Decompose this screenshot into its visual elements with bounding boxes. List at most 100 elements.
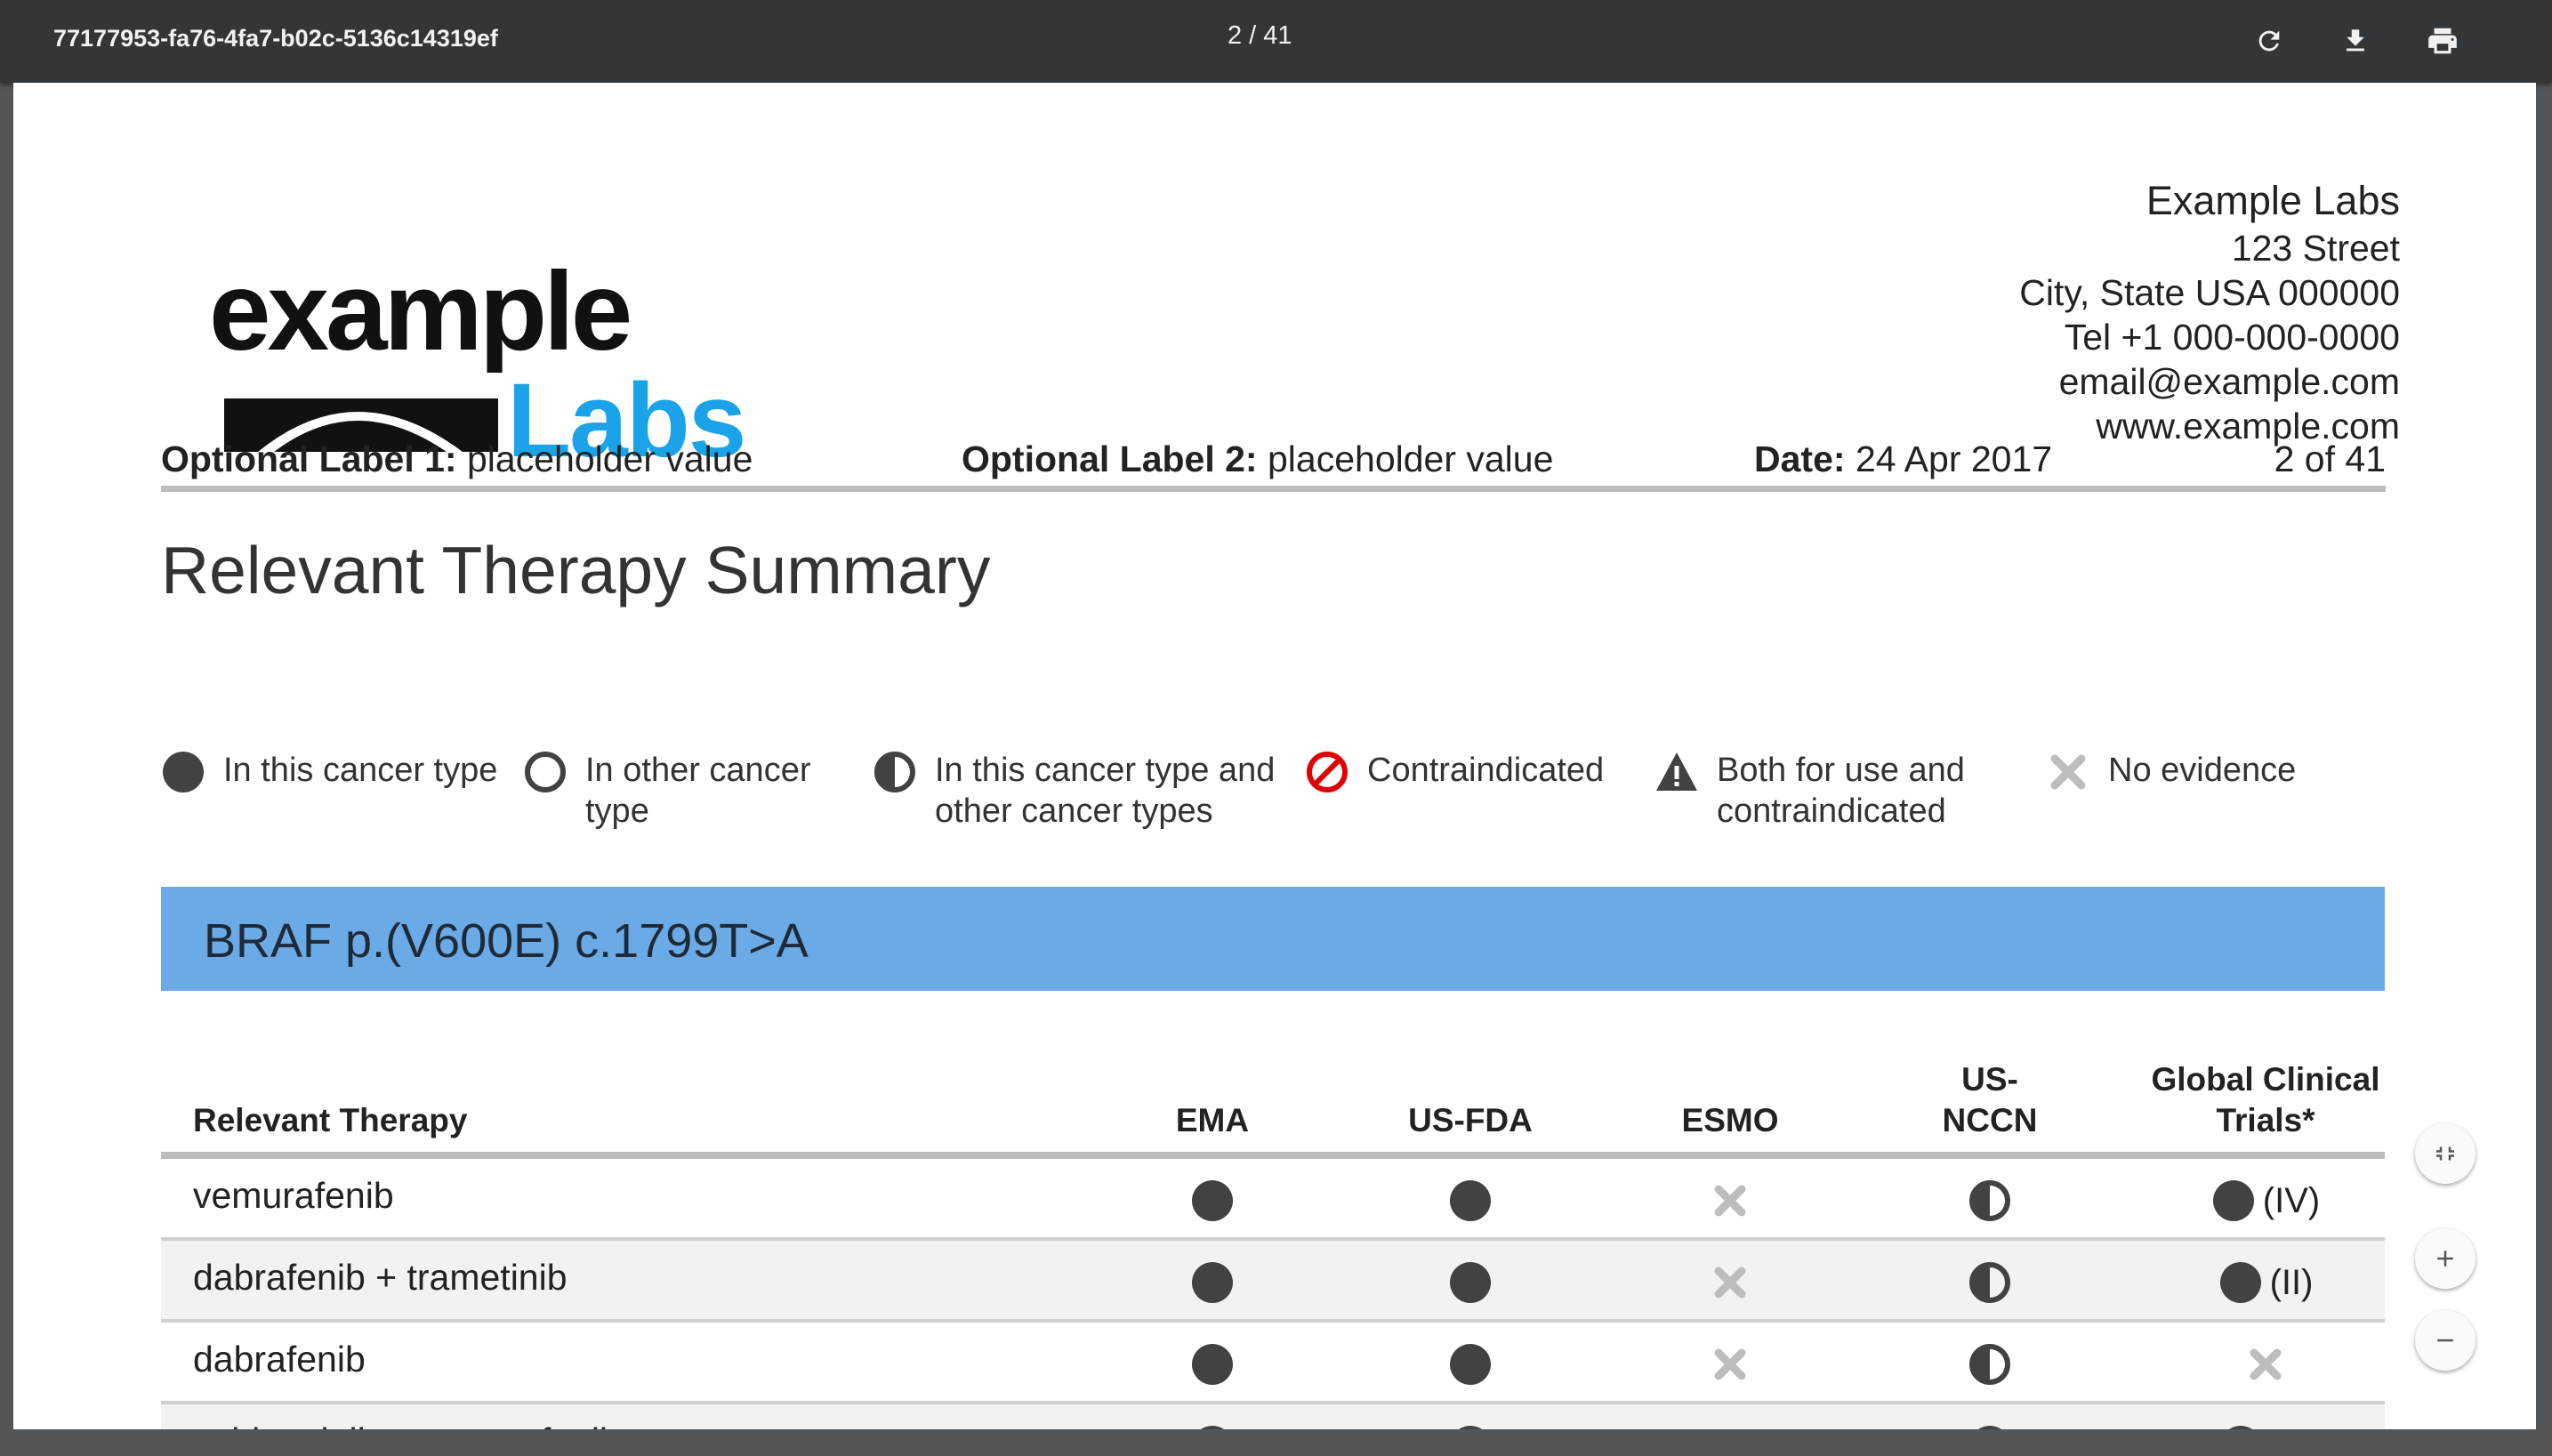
cell-fda (1399, 1178, 1542, 1223)
optional-label-1: Optional Label 1: placeholder value (161, 438, 753, 479)
filled-circle-icon (1201, 1426, 1224, 1429)
legend-item-both-types: In this cancer type and other cancer type… (873, 750, 1275, 832)
header-esmo: ESMO (1681, 1102, 1779, 1138)
filled-circle-icon (1450, 1180, 1491, 1221)
cell-fda (1399, 1260, 1542, 1305)
legend-item-this-cancer: In this cancer type (161, 750, 497, 794)
table-body: vemurafenib (IV) dabrafenib + trametinib (I… (161, 1159, 2385, 1429)
header-global-clinical-trials: Global Clinical Trials* (2151, 1061, 2380, 1138)
header-us-nccn: US-NCCN (1942, 1061, 2038, 1138)
zoom-in-button[interactable] (2415, 1228, 2476, 1289)
table-row: dabrafenib (161, 1323, 2385, 1404)
table-row: vemurafenib (IV) (161, 1159, 2385, 1241)
filled-circle-icon (1192, 1344, 1233, 1385)
therapy-name: cobimetinib + vemurafenib (193, 1420, 620, 1429)
zoom-in-icon (2437, 1251, 2453, 1267)
email-line: email@example.com (2058, 361, 2400, 402)
cell-nccn (1919, 1178, 2061, 1223)
cell-trials: (II) (2132, 1260, 2399, 1305)
filled-circle-icon (2219, 1262, 2261, 1303)
fit-page-button[interactable] (2415, 1123, 2476, 1184)
half-circle-icon (1969, 1344, 2010, 1385)
filled-circle-icon (1192, 1180, 1233, 1221)
cell-trials: (II) (2132, 1424, 2399, 1429)
pdf-page: example Labs Example Labs 123 Street Cit… (13, 83, 2536, 1429)
table-header: Relevant Therapy EMA US-FDA ESMO US-NCCN… (161, 1061, 2385, 1159)
cell-ema (1141, 1178, 1284, 1223)
cell-esmo (1659, 1342, 1801, 1387)
page-indicator[interactable]: 2 / 41 (1228, 21, 1292, 51)
half-circle-icon (1969, 1262, 2010, 1303)
legend-item-other-cancer: In other cancer type (523, 750, 810, 832)
variant-header: BRAF p.(V600E) c.1799T>A (161, 887, 2385, 991)
city-line: City, State USA 000000 (2019, 272, 2400, 313)
therapy-name: vemurafenib (193, 1175, 394, 1216)
cell-esmo (1659, 1178, 1801, 1223)
filled-circle-icon (1450, 1344, 1491, 1385)
x-icon (1714, 1185, 1746, 1217)
open-circle-icon (525, 752, 566, 792)
report-info-bar: Optional Label 1: placeholder value Opti… (161, 438, 2386, 492)
download-icon (2347, 29, 2364, 52)
table-row: cobimetinib + vemurafenib (II) (161, 1404, 2385, 1429)
x-icon (1708, 1424, 1752, 1429)
filled-circle-icon (1459, 1426, 1482, 1429)
cell-trials (2132, 1342, 2399, 1387)
rotate-button[interactable] (2248, 20, 2290, 62)
cell-ema (1141, 1342, 1284, 1387)
half-circle-icon (874, 752, 915, 792)
header-relevant-therapy: Relevant Therapy (193, 1102, 468, 1138)
filled-circle-icon (1978, 1426, 2001, 1429)
trial-phase: (II) (2269, 1262, 2314, 1302)
zoom-out-button[interactable] (2415, 1310, 2476, 1371)
fit-page-icon (2436, 1146, 2454, 1161)
cell-nccn (1919, 1342, 2061, 1387)
warning-icon (1656, 752, 1697, 791)
company-name: Example Labs (2145, 178, 2400, 223)
print-icon (2428, 28, 2457, 54)
x-icon (2250, 1348, 2282, 1380)
page-count: 2 of 41 (2274, 438, 2386, 479)
rotate-icon (2258, 30, 2280, 52)
therapy-name: dabrafenib (193, 1339, 366, 1380)
lab-address: Example Labs 123 Street City, State USA … (2019, 176, 2400, 448)
report-date: Date: 24 Apr 2017 (1754, 438, 2053, 479)
download-button[interactable] (2334, 20, 2377, 62)
tel-line: Tel +1 000-000-0000 (2064, 317, 2400, 358)
street-line: 123 Street (2231, 228, 2400, 269)
half-circle-icon (1969, 1180, 2010, 1221)
therapy-table: Relevant Therapy EMA US-FDA ESMO US-NCCN… (161, 1061, 2385, 1429)
x-icon (1714, 1348, 1746, 1380)
trial-phase: (IV) (2262, 1180, 2321, 1220)
x-icon (1714, 1267, 1746, 1299)
contraindicated-icon (1307, 752, 1348, 792)
filled-circle-icon (1192, 1262, 1233, 1303)
legend-item-contraindicated: Contraindicated (1305, 750, 1604, 794)
legend-item-no-evidence: No evidence (2046, 750, 2296, 794)
cell-fda (1399, 1342, 1542, 1387)
section-title: Relevant Therapy Summary (161, 533, 991, 607)
therapy-name: dabrafenib + trametinib (193, 1257, 568, 1298)
cell-ema (1141, 1260, 1284, 1305)
filled-circle-icon (2212, 1180, 2254, 1221)
filled-circle-icon (1450, 1262, 1491, 1303)
cell-fda (1399, 1424, 1542, 1429)
cell-esmo (1659, 1424, 1801, 1429)
cell-nccn (1919, 1424, 2061, 1429)
header-us-fda: US-FDA (1408, 1102, 1533, 1138)
cell-nccn (1919, 1260, 2061, 1305)
optional-label-2: Optional Label 2: placeholder value (962, 438, 1554, 479)
variant-name: BRAF p.(V600E) c.1799T>A (204, 914, 809, 968)
x-icon (2050, 754, 2086, 790)
svg-text:example: example (209, 250, 630, 374)
cell-esmo (1659, 1260, 1801, 1305)
zoom-out-icon (2437, 1339, 2453, 1342)
table-row: dabrafenib + trametinib (II) (161, 1241, 2385, 1323)
print-button[interactable] (2421, 20, 2464, 62)
legend-item-both-use-contraindicated: Both for use and contraindicated (1654, 750, 1965, 832)
filled-circle-icon (2228, 1426, 2252, 1429)
pdf-toolbar: 77177953-fa76-4fa7-b02c-5136c14319ef 2 /… (0, 0, 2552, 83)
filled-circle-icon (163, 752, 204, 792)
cell-trials: (IV) (2132, 1178, 2399, 1223)
cell-ema (1141, 1424, 1284, 1429)
